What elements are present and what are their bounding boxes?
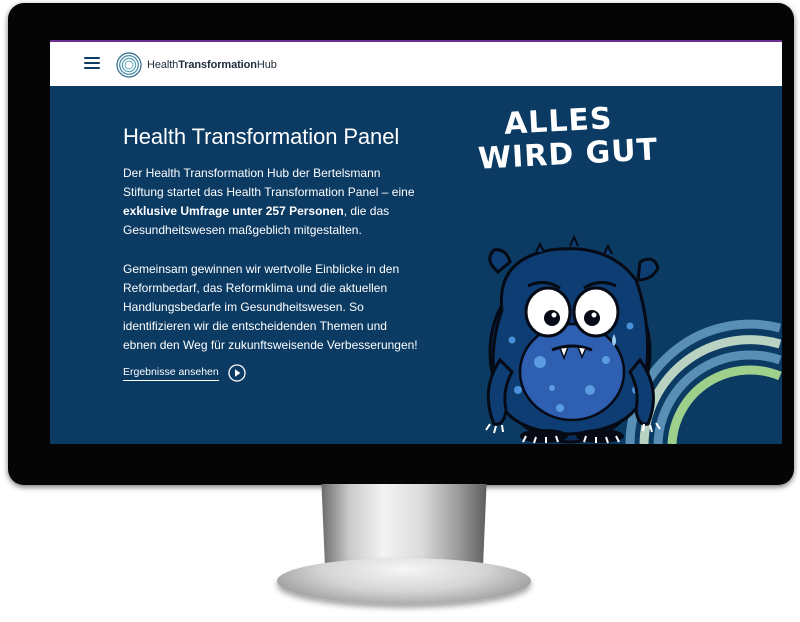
monitor-frame: HealthTransformationHub Health Transform…	[8, 3, 794, 485]
page-title: Health Transformation Panel	[123, 124, 400, 149]
monitor-stand-neck	[321, 484, 487, 564]
monitor-stand-base	[277, 558, 531, 604]
description-paragraph: Gemeinsam gewinnen wir wertvolle Einblic…	[123, 262, 418, 352]
site-logo[interactable]: HealthTransformationHub	[116, 50, 277, 80]
browser-viewport: HealthTransformationHub Health Transform…	[50, 40, 782, 444]
hero-illustration: ALLES WIRD GUT	[440, 90, 782, 444]
logo-wordmark: HealthTransformationHub	[147, 59, 277, 71]
results-link[interactable]: Ergebnisse ansehen	[123, 364, 246, 382]
logo-circles-icon	[116, 52, 142, 78]
monster-figure	[485, 234, 661, 444]
site-header: HealthTransformationHub	[50, 40, 782, 86]
play-circle-icon[interactable]	[228, 364, 246, 382]
hamburger-menu-icon[interactable]	[84, 56, 100, 70]
intro-paragraph: Der Health Transformation Hub der Bertel…	[123, 166, 415, 237]
results-link-label[interactable]: Ergebnisse ansehen	[123, 366, 219, 381]
